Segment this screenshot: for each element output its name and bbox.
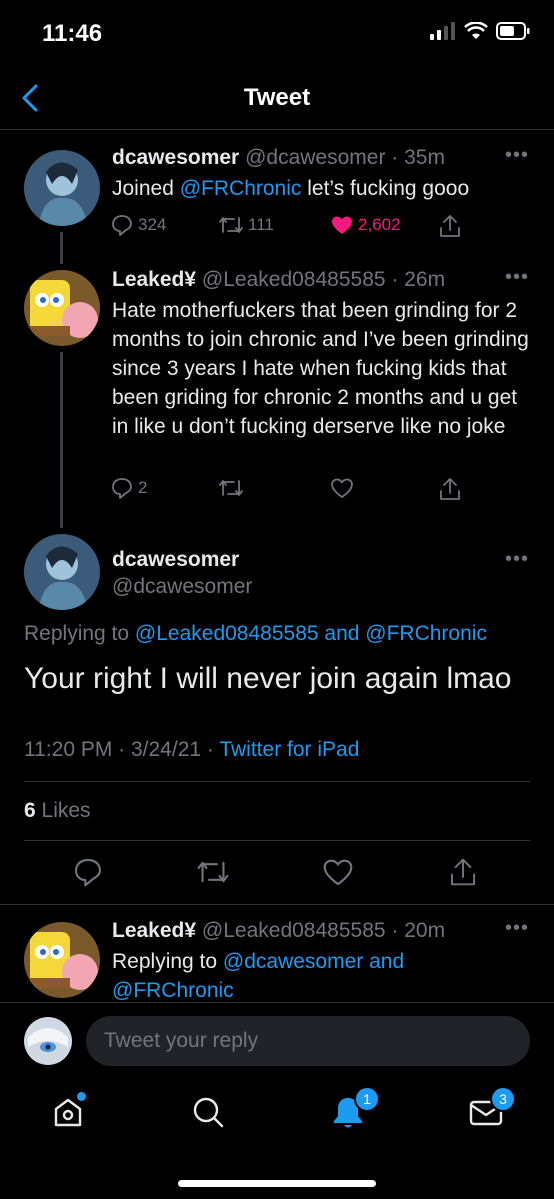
- share-button[interactable]: [438, 213, 462, 239]
- source-link[interactable]: Twitter for iPad: [219, 738, 359, 761]
- author-handle[interactable]: @dcawesomer: [245, 146, 385, 169]
- retweet-icon: [219, 217, 243, 233]
- tweet-timestamp: 11:20 PM · 3/24/21 · Twitter for iPad: [24, 738, 360, 761]
- divider: [24, 781, 530, 782]
- mention-link[interactable]: @FRChronic: [180, 177, 302, 200]
- author-name[interactable]: Leaked¥: [112, 919, 196, 942]
- avatar-image: [24, 922, 100, 998]
- status-icons: [430, 22, 530, 40]
- mention-link[interactable]: @FRChronic: [365, 622, 487, 645]
- reply-bar: [0, 1002, 554, 1074]
- tab-search[interactable]: [188, 1092, 232, 1136]
- more-icon[interactable]: •••: [505, 548, 529, 571]
- user-avatar[interactable]: [24, 1017, 72, 1065]
- avatar[interactable]: [24, 270, 100, 346]
- like-button[interactable]: 2,602: [330, 213, 401, 237]
- top-nav: Tweet: [0, 66, 554, 130]
- main-tweet-text: Your right I will never join again lmao: [24, 662, 512, 695]
- wifi-icon: [464, 22, 488, 39]
- reply-button[interactable]: 2: [110, 476, 147, 500]
- home-dot: [77, 1092, 86, 1101]
- tweet-header: Leaked¥ @Leaked08485585 · 26m: [112, 268, 446, 291]
- replying-to: Replying to @dcawesomer and @FRChronic: [112, 950, 405, 1002]
- avatar-image: [24, 270, 100, 346]
- divider: [24, 840, 530, 841]
- tab-messages[interactable]: 3: [466, 1086, 516, 1136]
- notifications-badge: 1: [354, 1086, 380, 1112]
- tab-notifications[interactable]: 1: [328, 1086, 380, 1136]
- author-name[interactable]: Leaked¥: [112, 268, 196, 291]
- reply-icon: [112, 215, 132, 236]
- author-handle[interactable]: @Leaked08485585: [202, 268, 386, 291]
- messages-badge: 3: [490, 1086, 516, 1112]
- tweet-text: Hate motherfuckers that been grinding fo…: [112, 299, 529, 438]
- home-indicator: [178, 1180, 376, 1187]
- reply-icon: [112, 478, 132, 499]
- mention-link[interactable]: @dcawesomer: [223, 950, 363, 973]
- tweet-time: 35m: [404, 146, 445, 169]
- avatar[interactable]: [24, 150, 100, 226]
- avatar[interactable]: [24, 534, 100, 610]
- like-icon: [323, 859, 353, 886]
- retweet-icon: [197, 861, 229, 883]
- retweet-button[interactable]: [196, 856, 230, 893]
- more-icon[interactable]: •••: [505, 144, 529, 167]
- reply-button[interactable]: 324: [110, 213, 166, 237]
- status-time: 11:46: [42, 20, 103, 47]
- tweet-actions: 2: [110, 476, 470, 508]
- mention-link[interactable]: @FRChronic: [112, 979, 234, 1002]
- retweet-button[interactable]: 111: [218, 213, 274, 237]
- like-icon: [332, 216, 352, 234]
- like-button[interactable]: [330, 476, 354, 500]
- tweet-header: Leaked¥ @Leaked08485585 · 20m: [112, 919, 446, 942]
- main-tweet-actions: [0, 856, 554, 890]
- tweet-actions: 324 111 2,602: [110, 213, 470, 245]
- reply-count: 2: [138, 478, 148, 497]
- author-name[interactable]: dcawesomer: [112, 146, 239, 169]
- page-title: Tweet: [243, 84, 311, 111]
- likes-summary[interactable]: 6 Likes: [24, 799, 91, 823]
- main-author-name[interactable]: dcawesomer: [112, 548, 239, 572]
- like-count: 2,602: [358, 215, 401, 234]
- signal-icon: [430, 22, 455, 40]
- tweet-header: dcawesomer @dcawesomer · 35m: [112, 146, 445, 169]
- tab-home[interactable]: [48, 1092, 92, 1136]
- tweet-text: Joined @FRChronic let’s fucking gooo: [112, 177, 470, 200]
- battery-icon: [496, 22, 530, 40]
- search-icon: [193, 1097, 224, 1128]
- more-icon[interactable]: •••: [505, 917, 529, 940]
- tweet-time: 26m: [404, 268, 446, 291]
- tweet-time: 20m: [404, 919, 446, 942]
- avatar-image: [24, 534, 100, 610]
- like-button[interactable]: [322, 856, 354, 893]
- divider: [0, 904, 554, 905]
- like-icon: [331, 478, 353, 499]
- share-button[interactable]: [438, 476, 462, 502]
- reply-input[interactable]: [86, 1016, 530, 1066]
- main-author-handle[interactable]: @dcawesomer: [112, 575, 252, 599]
- share-icon: [450, 858, 476, 886]
- retweet-count: 111: [248, 215, 274, 234]
- thread-line: [60, 232, 63, 264]
- replying-to: Replying to @Leaked08485585 and @FRChron…: [24, 622, 487, 645]
- reply-icon: [74, 858, 102, 887]
- tab-bar: 1 3: [0, 1078, 554, 1199]
- avatar-image: [24, 150, 100, 226]
- mention-link[interactable]: @Leaked08485585: [135, 622, 319, 645]
- retweet-button[interactable]: [218, 476, 244, 500]
- share-button[interactable]: [448, 856, 478, 893]
- author-handle[interactable]: @Leaked08485585: [202, 919, 386, 942]
- retweet-icon: [219, 480, 243, 496]
- status-bar: 11:46: [0, 0, 554, 64]
- share-icon: [440, 215, 460, 237]
- thread-line: [60, 352, 63, 528]
- reply-count: 324: [138, 215, 167, 234]
- share-icon: [440, 478, 460, 500]
- reply-button[interactable]: [72, 856, 104, 893]
- avatar[interactable]: [24, 922, 100, 998]
- more-icon[interactable]: •••: [505, 266, 529, 289]
- avatar-image: [24, 1017, 72, 1065]
